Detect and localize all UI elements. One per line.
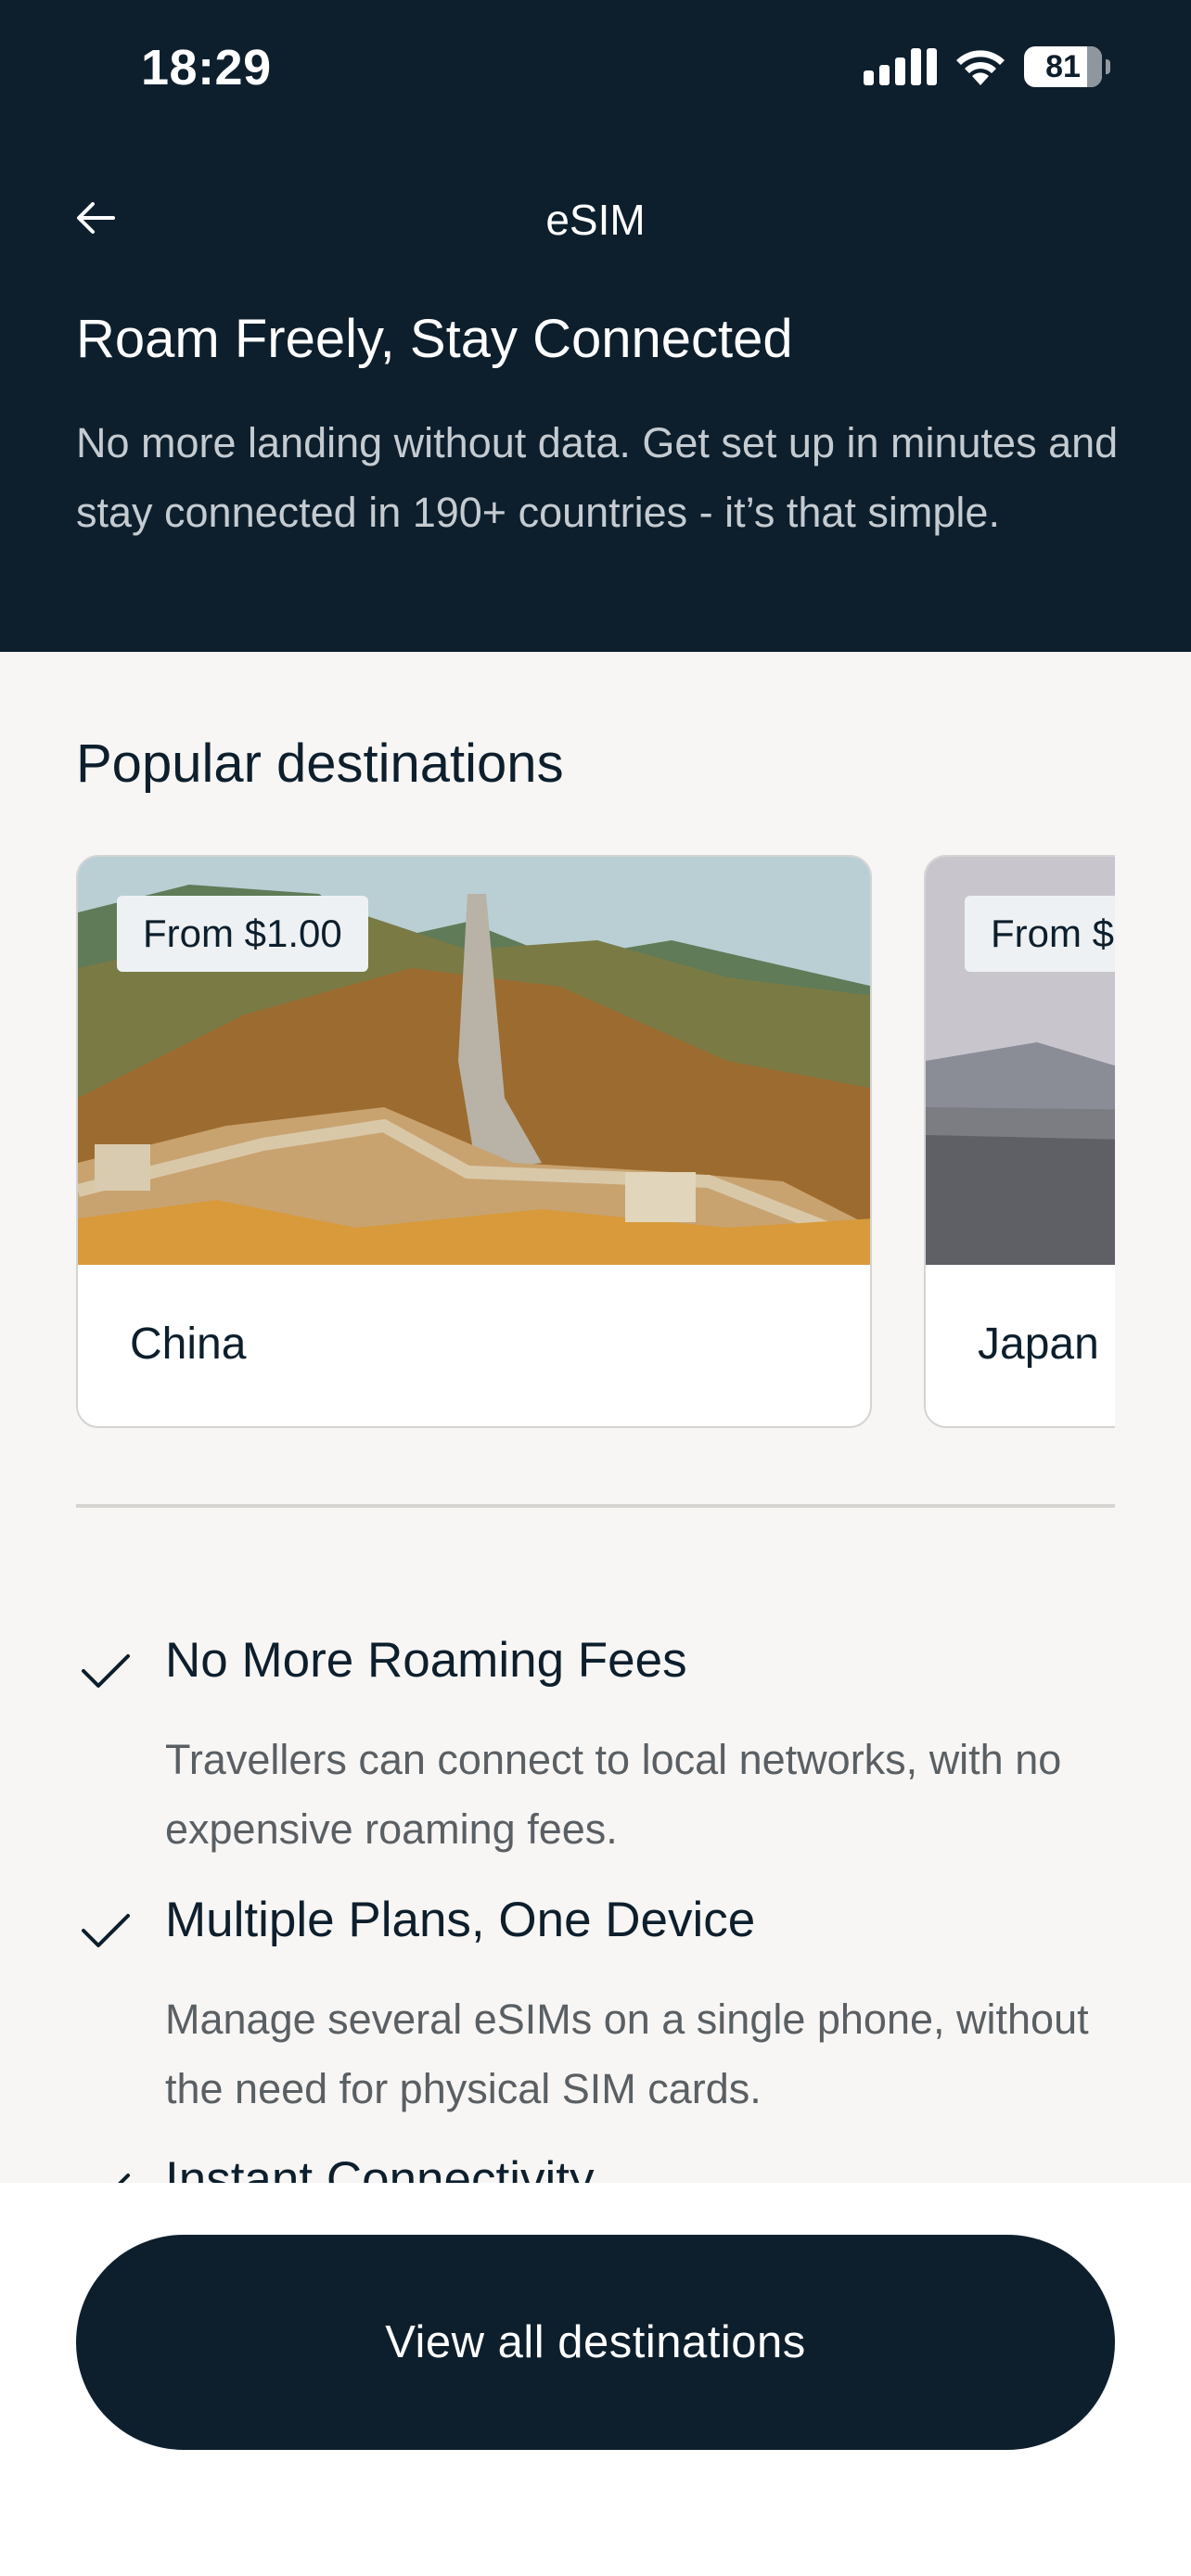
battery-icon: 81: [1024, 46, 1110, 87]
check-icon: [82, 1654, 130, 1688]
header: 18:29 81 eSIM Roam Freely, Stay Connecte…: [0, 0, 1191, 652]
status-bar: 18:29 81: [0, 0, 1191, 139]
hero-description: No more landing without data. Get set up…: [76, 419, 1119, 536]
feature-title: No More Roaming Fees: [165, 1633, 687, 1688]
destination-card-japan[interactable]: From $ Japan: [924, 855, 1115, 1428]
view-all-destinations-button[interactable]: View all destinations: [76, 2235, 1115, 2450]
wifi-icon: [954, 46, 1007, 87]
signal-icon: [864, 48, 937, 85]
check-icon: [82, 1914, 130, 1947]
battery-level: 81: [1045, 48, 1081, 84]
price-badge: From $: [965, 896, 1115, 972]
status-icons: 81: [864, 46, 1110, 87]
status-time: 18:29: [141, 40, 272, 96]
price-badge: From $1.00: [117, 896, 368, 972]
destination-image-japan: From $: [926, 857, 1115, 1265]
feature-title: Multiple Plans, One Device: [165, 1893, 756, 1947]
destination-image-china: From $1.00: [78, 857, 870, 1265]
page-title: eSIM: [545, 196, 646, 244]
feature-description: Manage several eSIMs on a single phone, …: [165, 1996, 1089, 2112]
feature-description: Travellers can connect to local networks…: [165, 1736, 1062, 1853]
destination-name: China: [130, 1320, 247, 1369]
section-divider: [76, 1504, 1115, 1508]
nav-bar: eSIM: [0, 176, 1191, 260]
popular-destinations-title: Popular destinations: [76, 733, 564, 794]
destination-card-china[interactable]: From $1.00 China: [76, 855, 872, 1428]
bottom-action-bar: View all destinations: [0, 2183, 1191, 2576]
destination-name: Japan: [978, 1320, 1099, 1369]
hero-title: Roam Freely, Stay Connected: [76, 309, 793, 369]
destinations-carousel[interactable]: From $1.00 China From $ Japan: [76, 855, 1115, 1430]
